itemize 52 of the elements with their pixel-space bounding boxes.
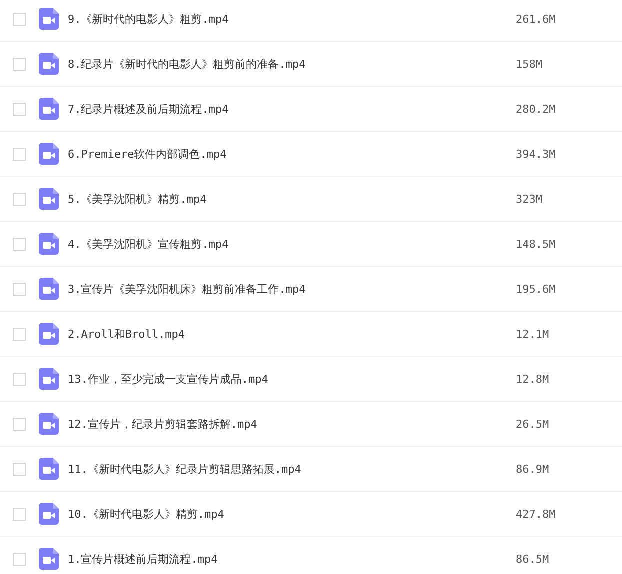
file-size: 261.6M [516, 12, 556, 26]
file-name[interactable]: 2.Aroll和Broll.mp4 [68, 326, 508, 342]
checkbox[interactable] [13, 12, 26, 26]
checkbox[interactable] [13, 58, 26, 70]
file-size: 195.6M [516, 282, 556, 296]
checkbox[interactable] [13, 238, 26, 250]
checkbox[interactable] [13, 102, 26, 116]
file-size: 323M [516, 192, 542, 206]
file-name[interactable]: 5.《美孚沈阳机》精剪.mp4 [68, 192, 508, 206]
file-name[interactable]: 1.宣传片概述前后期流程.mp4 [68, 552, 508, 566]
file-name[interactable]: 13.作业，至少完成一支宣传片成品.mp4 [68, 372, 508, 386]
checkbox[interactable] [13, 192, 26, 206]
file-size: 86.9M [516, 462, 550, 476]
video-file-icon [39, 413, 59, 435]
checkbox[interactable] [13, 508, 26, 520]
file-name[interactable]: 8.纪录片《新时代的电影人》粗剪前的准备.mp4 [68, 56, 508, 72]
video-file-icon [39, 98, 59, 120]
checkbox[interactable] [13, 552, 26, 566]
video-file-icon [39, 548, 59, 570]
video-file-icon [39, 8, 59, 30]
video-file-icon [39, 368, 59, 390]
checkbox[interactable] [13, 462, 26, 476]
video-file-icon [39, 143, 59, 165]
checkbox[interactable] [13, 148, 26, 160]
file-size: 427.8M [516, 508, 556, 520]
file-size: 148.5M [516, 238, 556, 250]
file-name[interactable]: 4.《美孚沈阳机》宣传粗剪.mp4 [68, 236, 508, 252]
checkbox[interactable] [13, 418, 26, 430]
file-size: 12.1M [516, 328, 550, 340]
checkbox[interactable] [13, 282, 26, 296]
file-size: 280.2M [516, 102, 556, 116]
video-file-icon [39, 458, 59, 480]
file-name[interactable]: 10.《新时代电影人》精剪.mp4 [68, 506, 508, 522]
file-size: 86.5M [516, 552, 550, 566]
file-name[interactable]: 7.纪录片概述及前后期流程.mp4 [68, 102, 508, 116]
video-file-icon [39, 53, 59, 75]
checkbox[interactable] [13, 372, 26, 386]
video-file-icon [39, 233, 59, 255]
file-size: 26.5M [516, 418, 550, 430]
video-file-icon [39, 503, 59, 525]
video-file-icon [39, 188, 59, 210]
file-name[interactable]: 3.宣传片《美孚沈阳机床》粗剪前准备工作.mp4 [68, 282, 508, 296]
file-name[interactable]: 12.宣传片，纪录片剪辑套路拆解.mp4 [68, 416, 508, 432]
file-name[interactable]: 9.《新时代的电影人》粗剪.mp4 [68, 12, 508, 26]
file-size: 394.3M [516, 148, 556, 160]
video-file-icon [39, 323, 59, 345]
checkbox[interactable] [13, 328, 26, 340]
file-name[interactable]: 6.Premiere软件内部调色.mp4 [68, 146, 508, 162]
file-size: 158M [516, 58, 542, 70]
video-file-icon [39, 278, 59, 300]
file-size: 12.8M [516, 372, 550, 386]
file-name[interactable]: 11.《新时代电影人》纪录片剪辑思路拓展.mp4 [68, 462, 508, 476]
